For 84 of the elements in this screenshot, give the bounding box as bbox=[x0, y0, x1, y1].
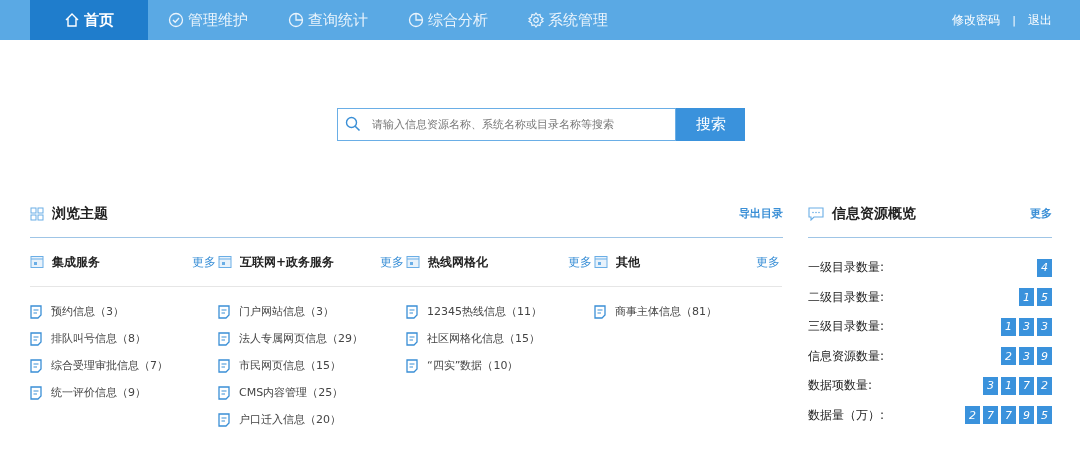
digit-tile: 4 bbox=[1037, 258, 1052, 277]
digit-tile: 9 bbox=[1019, 406, 1034, 425]
section-title: 信息资源概览 bbox=[832, 204, 916, 223]
topic-link[interactable]: 门户网站信息（3） bbox=[239, 304, 334, 319]
digit-tile: 2 bbox=[965, 406, 980, 425]
topic-link[interactable]: 预约信息（3） bbox=[51, 304, 124, 319]
search-field[interactable]: 请输入信息资源名称、系统名称或目录名称等搜索 bbox=[337, 108, 676, 141]
digit-tile: 2 bbox=[1001, 347, 1016, 366]
digit-tile: 7 bbox=[983, 406, 998, 425]
more-link[interactable]: 更多 bbox=[756, 253, 780, 271]
digit-tile: 1 bbox=[1001, 317, 1016, 336]
chat-icon bbox=[808, 206, 824, 221]
topic-link[interactable]: 社区网格化信息（15） bbox=[427, 331, 540, 346]
digit-tile: 1 bbox=[1001, 376, 1016, 395]
logout-link[interactable]: 退出 bbox=[1028, 11, 1052, 29]
separator: | bbox=[1012, 13, 1016, 27]
pie-chart-icon bbox=[408, 12, 424, 28]
document-icon bbox=[218, 412, 230, 427]
document-icon bbox=[406, 331, 418, 346]
nav-tab[interactable]: 综合分析 bbox=[388, 0, 508, 40]
search-button[interactable]: 搜索 bbox=[676, 108, 745, 141]
section-title: 浏览主题 bbox=[52, 204, 108, 223]
digit-tile: 9 bbox=[1037, 347, 1052, 366]
document-icon bbox=[30, 304, 42, 319]
grid-icon bbox=[30, 206, 44, 221]
document-icon bbox=[218, 331, 230, 346]
nav-tab[interactable]: 管理维护 bbox=[148, 0, 268, 40]
document-icon bbox=[218, 304, 230, 319]
digit-tile: 3 bbox=[1037, 317, 1052, 336]
nav-tab[interactable]: 首页 bbox=[30, 0, 148, 40]
folder-icon bbox=[406, 255, 420, 269]
stat-label: 二级目录数量: bbox=[808, 288, 885, 306]
topic-link[interactable]: 综合受理审批信息（7） bbox=[51, 358, 168, 373]
folder-icon bbox=[594, 255, 608, 269]
group-title: 集成服务 bbox=[52, 253, 100, 271]
document-icon bbox=[30, 385, 42, 400]
nav-tab[interactable]: 系统管理 bbox=[508, 0, 628, 40]
more-link[interactable]: 更多 bbox=[380, 253, 404, 271]
digit-tile: 5 bbox=[1037, 406, 1052, 425]
digit-tile: 3 bbox=[1019, 317, 1034, 336]
digit-tile: 1 bbox=[1019, 288, 1034, 307]
topic-link[interactable]: 排队叫号信息（8） bbox=[51, 331, 146, 346]
stat-label: 三级目录数量: bbox=[808, 318, 885, 336]
check-circle-icon bbox=[168, 12, 184, 28]
topic-link[interactable]: 法人专属网页信息（29） bbox=[239, 331, 363, 346]
topic-link[interactable]: 统一评价信息（9） bbox=[51, 385, 146, 400]
topic-link[interactable]: 商事主体信息（81） bbox=[615, 304, 717, 319]
topic-link[interactable]: 12345热线信息（11） bbox=[427, 304, 542, 319]
more-link[interactable]: 更多 bbox=[568, 253, 592, 271]
group-title: 互联网+政务服务 bbox=[240, 253, 335, 271]
document-icon bbox=[30, 331, 42, 346]
stat-label: 数据量（万）: bbox=[808, 406, 885, 424]
stat-label: 数据项数量: bbox=[808, 377, 873, 395]
search-icon bbox=[345, 116, 361, 132]
topic-link[interactable]: 户口迁入信息（20） bbox=[239, 412, 341, 427]
settings-icon bbox=[528, 12, 544, 28]
pie-chart-icon bbox=[288, 12, 304, 28]
group-title: 热线网格化 bbox=[428, 253, 488, 271]
more-link[interactable]: 更多 bbox=[1030, 206, 1052, 221]
stat-label: 一级目录数量: bbox=[808, 259, 885, 277]
more-link[interactable]: 更多 bbox=[192, 253, 216, 271]
document-icon bbox=[594, 304, 606, 319]
digit-tile: 3 bbox=[1019, 347, 1034, 366]
document-icon bbox=[406, 358, 418, 373]
change-password-link[interactable]: 修改密码 bbox=[952, 11, 1001, 29]
nav-tab[interactable]: 查询统计 bbox=[268, 0, 388, 40]
digit-tile: 2 bbox=[1037, 376, 1052, 395]
document-icon bbox=[30, 358, 42, 373]
document-icon bbox=[218, 358, 230, 373]
document-icon bbox=[406, 304, 418, 319]
topic-link[interactable]: “四实”数据（10） bbox=[427, 358, 519, 373]
group-title: 其他 bbox=[616, 253, 640, 271]
export-link[interactable]: 导出目录 bbox=[739, 206, 783, 221]
digit-tile: 3 bbox=[983, 376, 998, 395]
digit-tile: 7 bbox=[1019, 376, 1034, 395]
document-icon bbox=[218, 385, 230, 400]
digit-tile: 5 bbox=[1037, 288, 1052, 307]
stat-label: 信息资源数量: bbox=[808, 347, 885, 365]
folder-icon bbox=[30, 255, 44, 269]
home-icon bbox=[64, 12, 80, 28]
digit-tile: 7 bbox=[1001, 406, 1016, 425]
folder-icon bbox=[218, 255, 232, 269]
topic-link[interactable]: CMS内容管理（25） bbox=[239, 385, 344, 400]
topic-link[interactable]: 市民网页信息（15） bbox=[239, 358, 341, 373]
